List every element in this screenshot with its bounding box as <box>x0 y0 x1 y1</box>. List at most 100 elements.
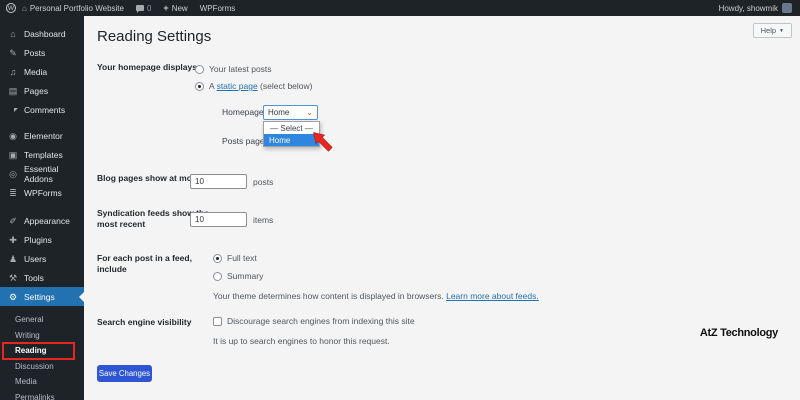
static-page-radio[interactable] <box>195 82 204 91</box>
comments-count: 0 <box>146 3 152 13</box>
sidebar-item-templates[interactable]: ▣ Templates <box>0 145 84 164</box>
admin-bar-new[interactable]: + New <box>157 0 193 16</box>
latest-posts-radio[interactable] <box>195 65 204 74</box>
plugins-icon: ✚ <box>9 234 17 245</box>
dashboard-icon: ⌂ <box>10 28 16 39</box>
blog-pages-suffix: posts <box>253 177 274 187</box>
submenu-item-writing[interactable]: Writing <box>0 328 84 344</box>
sidebar-item-users[interactable]: ♟ Users <box>0 249 84 268</box>
syndication-suffix: items <box>253 215 274 225</box>
blog-pages-input[interactable] <box>190 174 247 189</box>
dropdown-option-select[interactable]: — Select — <box>264 122 319 134</box>
full-text-radio[interactable] <box>213 254 222 263</box>
static-page-suffix: (select below) <box>257 81 313 91</box>
templates-icon: ▣ <box>8 149 18 160</box>
static-page-option-label: A static page (select below) <box>209 81 313 91</box>
homepage-field-label: Homepage: <box>222 107 266 117</box>
sidebar-item-label: Comments <box>24 104 66 115</box>
sidebar-item-wpforms[interactable]: ≣ WPForms <box>0 183 84 202</box>
site-name-label: Personal Portfolio Website <box>29 3 124 13</box>
summary-radio[interactable] <box>213 272 222 281</box>
tools-icon: ⚒ <box>8 272 18 283</box>
sidebar-item-settings[interactable]: ⚙ Settings <box>0 287 84 306</box>
admin-bar-comments[interactable]: 0 <box>130 0 157 16</box>
sidebar-item-label: Dashboard <box>24 28 66 39</box>
sidebar-item-label: Posts <box>24 47 46 58</box>
settings-submenu: General Writing Reading Discussion Media… <box>0 306 84 400</box>
dropdown-option-home[interactable]: Home <box>264 134 319 146</box>
users-icon: ♟ <box>8 253 18 264</box>
current-menu-notch <box>74 291 84 302</box>
help-label: Help <box>760 26 777 35</box>
discourage-indexing-checkbox[interactable] <box>213 317 222 326</box>
homepage-displays-label: Your homepage displays <box>97 62 197 72</box>
feed-note-text: Your theme determines how content is dis… <box>213 291 447 301</box>
admin-bar-wpforms[interactable]: WPForms <box>194 0 242 16</box>
new-label: New <box>171 3 188 13</box>
search-visibility-label: Search engine visibility <box>97 317 192 327</box>
essential-addons-icon: ◎ <box>9 168 17 179</box>
admin-sidebar: ⌂ Dashboard ✎ Posts ♫ Media ▤ Pages Comm… <box>0 16 84 400</box>
homepage-select[interactable]: Home ⌄ <box>263 105 318 120</box>
homepage-select-value: Home <box>268 108 290 117</box>
submenu-item-label: Reading <box>15 346 47 356</box>
submenu-item-reading[interactable]: Reading <box>0 342 84 360</box>
pages-icon: ▤ <box>8 85 18 96</box>
avatar <box>782 3 792 13</box>
page-title: Reading Settings <box>97 28 212 45</box>
admin-bar: W ⌂ Personal Portfolio Website 0 + New W… <box>0 0 800 16</box>
howdy-label: Howdy, showmik <box>718 3 778 13</box>
help-button[interactable]: Help ▼ <box>752 23 792 38</box>
sidebar-item-tools[interactable]: ⚒ Tools <box>0 268 84 287</box>
search-visibility-note: It is up to search engines to honor this… <box>213 336 390 346</box>
sidebar-separator <box>0 202 84 211</box>
learn-more-feeds-link[interactable]: Learn more about feeds. <box>446 291 539 301</box>
atz-technology-watermark: AtZ Technology <box>699 327 778 339</box>
feed-note: Your theme determines how content is dis… <box>213 291 539 301</box>
sidebar-item-elementor[interactable]: ◉ Elementor <box>0 126 84 145</box>
sidebar-item-label: Media <box>24 66 48 77</box>
sidebar-item-plugins[interactable]: ✚ Plugins <box>0 230 84 249</box>
static-page-link[interactable]: static page <box>217 81 258 91</box>
wpforms-label: WPForms <box>199 3 236 13</box>
summary-option-label: Summary <box>227 271 264 281</box>
feed-include-label: For each post in a feed, include <box>97 253 192 274</box>
sidebar-item-label: Settings <box>24 291 55 302</box>
settings-gear-icon: ⚙ <box>8 291 18 302</box>
comments-icon <box>135 5 144 13</box>
sidebar-item-essential-addons[interactable]: ◎ Essential Addons <box>0 163 84 184</box>
elementor-icon: ◉ <box>9 130 17 141</box>
full-text-option-label: Full text <box>227 253 257 263</box>
wpforms-icon: ≣ <box>9 187 17 198</box>
submenu-item-discussion[interactable]: Discussion <box>0 359 84 375</box>
submenu-item-media[interactable]: Media <box>0 374 84 390</box>
posts-icon: ✎ <box>9 47 17 58</box>
static-page-prefix: A <box>209 81 217 91</box>
sidebar-item-comments[interactable]: Comments <box>0 100 84 119</box>
sidebar-item-label: Elementor <box>24 130 63 141</box>
media-icon: ♫ <box>9 66 17 77</box>
sidebar-item-label: Essential Addons <box>24 163 59 184</box>
discourage-indexing-label: Discourage search engines from indexing … <box>227 316 415 326</box>
admin-bar-site-name[interactable]: ⌂ Personal Portfolio Website <box>16 0 130 16</box>
sidebar-item-appearance[interactable]: ✐ Appearance <box>0 211 84 230</box>
sidebar-item-pages[interactable]: ▤ Pages <box>0 81 84 100</box>
wordpress-logo-icon[interactable]: W <box>6 3 16 13</box>
chevron-down-icon: ▼ <box>779 27 784 34</box>
submenu-item-general[interactable]: General <box>0 312 84 328</box>
sidebar-item-posts[interactable]: ✎ Posts <box>0 43 84 62</box>
plus-icon: + <box>163 3 169 13</box>
sidebar-separator <box>0 119 84 126</box>
sidebar-item-label: Appearance <box>24 215 70 226</box>
sidebar-item-label: Templates <box>24 149 63 160</box>
chevron-down-icon: ⌄ <box>306 107 313 117</box>
sidebar-item-dashboard[interactable]: ⌂ Dashboard <box>0 24 84 43</box>
reading-settings-page: Reading Settings Help ▼ Your homepage di… <box>84 16 800 400</box>
appearance-icon: ✐ <box>9 215 17 226</box>
sidebar-item-media[interactable]: ♫ Media <box>0 62 84 81</box>
admin-bar-account[interactable]: Howdy, showmik <box>719 3 800 13</box>
save-changes-button[interactable]: Save Changes <box>97 365 152 382</box>
syndication-input[interactable] <box>190 212 247 227</box>
posts-page-field-label: Posts page: <box>222 136 267 146</box>
submenu-item-permalinks[interactable]: Permalinks <box>0 390 84 400</box>
